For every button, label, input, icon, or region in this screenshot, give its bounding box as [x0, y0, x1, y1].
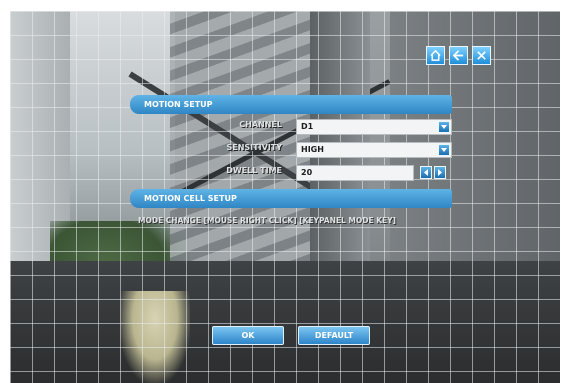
dwell-time-row: DWELL TIME 20: [130, 165, 452, 181]
sensitivity-select[interactable]: HIGH: [296, 142, 452, 158]
channel-label: CHANNEL: [239, 120, 282, 129]
motion-cell-setup-header: MOTION CELL SETUP: [130, 189, 452, 208]
close-icon[interactable]: [472, 46, 491, 65]
channel-select[interactable]: D1: [296, 119, 452, 135]
mode-change-hint: MODE CHANGE [MOUSE RIGHT CLICK] [KEYPANE…: [138, 216, 396, 225]
channel-row: CHANNEL D1: [130, 119, 452, 135]
dwell-time-value: 20: [301, 168, 313, 177]
sensitivity-label: SENSITIVITY: [226, 143, 282, 152]
decrement-arrow-icon[interactable]: [420, 166, 432, 179]
chevron-down-icon[interactable]: [438, 144, 450, 156]
top-icon-bar: [426, 46, 491, 65]
chevron-down-icon[interactable]: [438, 121, 450, 133]
screen: MOTION SETUP CHANNEL D1 SENSITIVITY HIGH…: [0, 0, 568, 383]
dwell-time-stepper: [420, 166, 446, 179]
dwell-time-field[interactable]: 20: [296, 165, 414, 181]
home-icon[interactable]: [426, 46, 445, 65]
ok-button[interactable]: OK: [212, 326, 284, 345]
back-arrow-icon[interactable]: [449, 46, 468, 65]
sensitivity-value: HIGH: [301, 145, 324, 154]
increment-arrow-icon[interactable]: [434, 166, 446, 179]
default-button[interactable]: DEFAULT: [298, 326, 370, 345]
channel-value: D1: [301, 122, 314, 131]
dwell-time-label: DWELL TIME: [226, 166, 282, 175]
motion-setup-header: MOTION SETUP: [130, 95, 452, 114]
sensitivity-row: SENSITIVITY HIGH: [130, 142, 452, 158]
